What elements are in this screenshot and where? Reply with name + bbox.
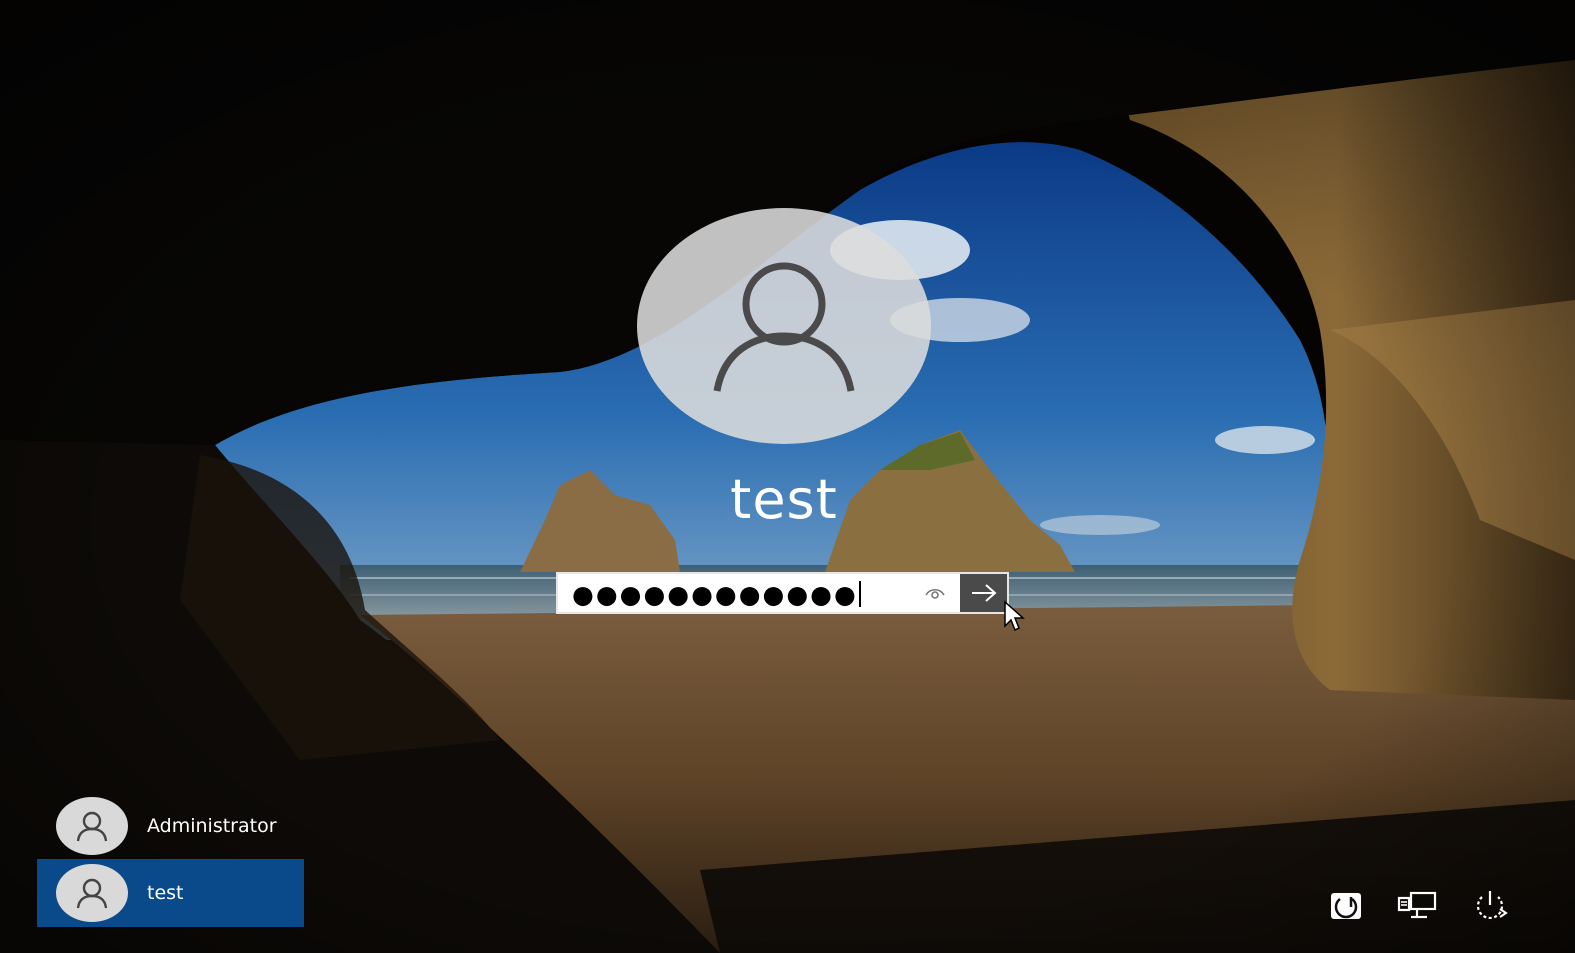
arrow-right-icon: [971, 584, 997, 602]
ease-of-access-icon: [1331, 893, 1361, 919]
submit-button[interactable]: [960, 574, 1007, 612]
user-list-item-administrator[interactable]: Administrator: [37, 792, 304, 860]
text-caret: [858, 581, 861, 607]
network-button[interactable]: [1397, 887, 1437, 925]
user-name-label: Administrator: [147, 815, 277, 837]
password-mask: ●●●●●●●●●●●●: [572, 579, 858, 609]
username-label: test: [730, 468, 838, 531]
user-icon: [76, 878, 108, 909]
password-value: ●●●●●●●●●●●●: [572, 579, 861, 609]
power-button[interactable]: [1470, 887, 1510, 925]
user-icon: [713, 262, 855, 392]
power-icon: [1476, 891, 1508, 919]
user-avatar-small: [56, 864, 128, 922]
network-icon: [1397, 891, 1437, 919]
lock-screen: test ●●●●●●●●●●●● Administrator test: [0, 0, 1575, 953]
ease-of-access-button[interactable]: [1326, 887, 1366, 925]
password-field[interactable]: ●●●●●●●●●●●●: [556, 572, 1009, 614]
mouse-cursor-icon: [1004, 600, 1025, 632]
eye-icon[interactable]: [924, 585, 946, 601]
user-name-label: test: [147, 882, 184, 904]
user-avatar-small: [56, 797, 128, 855]
user-avatar: [637, 208, 931, 444]
user-icon: [76, 811, 108, 842]
user-list-item-test[interactable]: test: [37, 859, 304, 927]
